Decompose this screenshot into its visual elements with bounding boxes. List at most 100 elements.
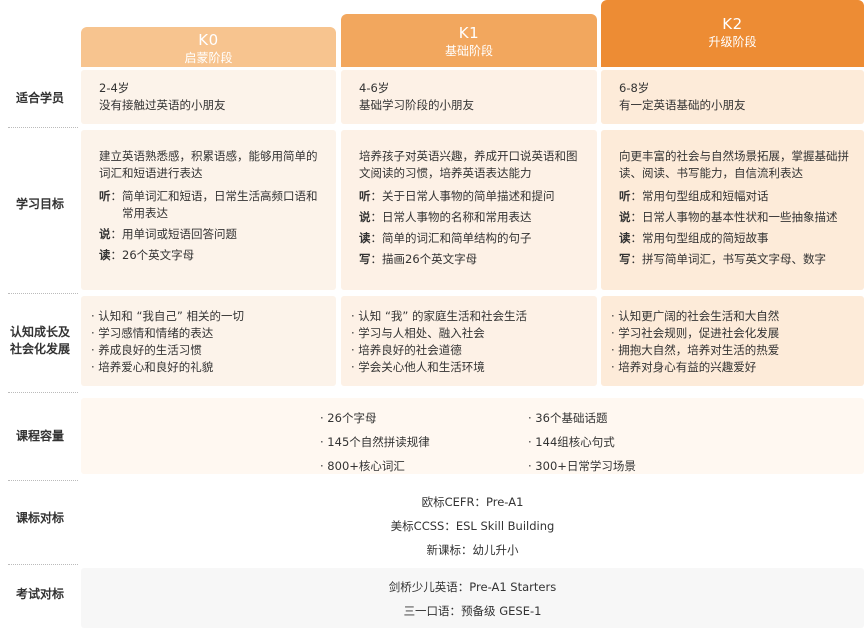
goals-cell-k1: 培养孩子对英语兴趣，养成开口说英语和图文阅读的习惯，培养英语表达能力 听：关于日… [341,130,597,290]
row-label-line: 认知成长及 [9,325,70,339]
exams-line: 剑桥少儿英语：Pre-A1 Starters [81,575,864,599]
capacity-cell: · 26个字母 · 145个自然拼读规律 · 800+核心词汇 · 36个基础话… [81,398,864,474]
level-header-k1: K1 基础阶段 [341,14,597,67]
skill-key: 听 [359,189,371,203]
level-code: K2 [722,15,743,33]
exam-value: 预备级 GESE-1 [461,604,542,618]
level-header-k0: K0 启蒙阶段 [81,27,336,67]
growth-item: · 培养良好的社会道德 [351,343,462,357]
skill-key: 读 [99,248,111,262]
skill-text: 日常人事物的基本性状和一些抽象描述 [642,210,838,224]
growth-cell-k0: · 认知和 “我自己” 相关的一切 · 学习感情和情绪的表达 · 养成良好的生活… [81,296,336,386]
skill-text: 用单词或短语回答问题 [122,227,237,241]
growth-cell-k2: · 认知更广阔的社会生活和大自然 · 学习社会规则，促进社会化发展 · 拥抱大自… [601,296,864,386]
goals-item: 听：关于日常人事物的简单描述和提问 [359,189,555,203]
row-label-exams: 考试对标 [15,587,64,601]
skill-text: 简单词汇和短语，日常生活高频口语和常用表达 [122,189,318,220]
skill-key: 说 [619,210,631,224]
goals-item: 听：常用句型组成和短幅对话 [619,189,769,203]
standard-value: ESL Skill Building [455,519,555,533]
goals-intro: 向更丰富的社会与自然场景拓展，掌握基础拼读、阅读、书写能力，自信流利表达 [619,149,849,180]
row-label-growth: 认知成长及 社会化发展 [0,324,80,358]
capacity-item: · 26个字母 [320,411,377,425]
growth-item: · 培养爱心和良好的礼貌 [91,360,214,374]
learners-cell-k0: 2-4岁 没有接触过英语的小朋友 [81,70,336,124]
row-label-line: 社会化发展 [9,342,70,356]
skill-text: 常用句型组成和短幅对话 [642,189,769,203]
skill-key: 听 [619,189,631,203]
row-label-goals: 学习目标 [15,197,64,211]
level-stage: 升级阶段 [708,35,757,49]
learners-cell-k1: 4-6岁 基础学习阶段的小朋友 [341,70,597,124]
row-divider [8,127,78,128]
exam-key: 剑桥少儿英语： [388,580,470,594]
exam-key: 三一口语： [403,604,462,618]
growth-item: · 培养对身心有益的兴趣爱好 [611,360,757,374]
learners-desc: 基础学习阶段的小朋友 [359,98,474,112]
goals-item: 说：日常人事物的基本性状和一些抽象描述 [619,210,838,224]
growth-item: · 认知和 “我自己” 相关的一切 [91,309,245,323]
skill-key: 写 [359,252,371,266]
growth-cell-k1: · 认知 “我” 的家庭生活和社会生活 · 学习与人相处、融入社会 · 培养良好… [341,296,597,386]
skill-text: 简单的词汇和简单结构的句子 [382,231,532,245]
row-divider [8,293,78,294]
growth-item: · 养成良好的生活习惯 [91,343,202,357]
learners-desc: 有一定英语基础的小朋友 [619,98,746,112]
learners-age: 6-8岁 [619,81,650,95]
row-divider [8,392,78,393]
standards-line: 美标CCSS：ESL Skill Building [81,514,864,538]
skill-key: 说 [359,210,371,224]
level-code: K0 [198,31,219,49]
exams-cell: 剑桥少儿英语：Pre-A1 Starters 三一口语：预备级 GESE-1 [81,568,864,628]
standard-key: 美标CCSS： [390,519,456,533]
growth-item: · 认知 “我” 的家庭生活和社会生活 [351,309,528,323]
standard-value: 幼儿升小 [472,543,519,557]
standard-key: 新课标： [426,543,473,557]
skill-key: 读 [619,231,631,245]
capacity-item: · 144组核心句式 [528,435,615,449]
capacity-item: · 300+日常学习场景 [528,459,636,473]
goals-cell-k2: 向更丰富的社会与自然场景拓展，掌握基础拼读、阅读、书写能力，自信流利表达 听：常… [601,130,864,290]
standards-line: 新课标：幼儿升小 [81,538,864,562]
standard-value: Pre-A1 [486,495,524,509]
skill-text: 拼写简单词汇，书写英文字母、数字 [642,252,826,266]
level-stage: 基础阶段 [444,44,493,58]
skill-key: 听 [99,189,111,203]
learners-cell-k2: 6-8岁 有一定英语基础的小朋友 [601,70,864,124]
goals-intro: 培养孩子对英语兴趣，养成开口说英语和图文阅读的习惯，培养英语表达能力 [359,149,578,180]
standards-line: 欧标CEFR：Pre-A1 [81,490,864,514]
level-code: K1 [458,24,480,42]
capacity-item: · 145个自然拼读规律 [320,435,430,449]
standard-key: 欧标CEFR： [421,495,487,509]
goals-item: 说：用单词或短语回答问题 [99,227,237,241]
row-label-standards: 课标对标 [15,511,64,525]
growth-item: · 认知更广阔的社会生活和大自然 [611,309,780,323]
skill-text: 常用句型组成的简短故事 [642,231,769,245]
capacity-left-list: · 26个字母 · 145个自然拼读规律 · 800+核心词汇 [320,406,430,478]
exam-value: Pre-A1 Starters [469,580,557,594]
row-divider [8,480,78,481]
skill-key: 读 [359,231,371,245]
goals-item: 读： 26个英文字母 [99,248,195,262]
goals-item: 读：简单的词汇和简单结构的句子 [359,231,532,245]
row-divider [8,564,78,565]
level-stage: 启蒙阶段 [184,51,233,65]
growth-item: · 学习感情和情绪的表达 [91,326,214,340]
goals-item: 写：拼写简单词汇，书写英文字母、数字 [619,252,826,266]
skill-key: 写 [619,252,631,266]
goals-item: 听：简单词汇和短语，日常生活高频口语和常用表达 [99,188,322,222]
skill-text: 26个英文字母 [122,248,195,262]
standards-cell: 欧标CEFR：Pre-A1 美标CCSS：ESL Skill Building … [81,484,864,560]
growth-item: · 学习与人相处、融入社会 [351,326,485,340]
level-header-k2: K2 升级阶段 [601,0,864,67]
goals-cell-k0: 建立英语熟悉感，积累语感，能够用简单的词汇和短语进行表达 听：简单词汇和短语，日… [81,130,336,290]
capacity-item: · 36个基础话题 [528,411,608,425]
skill-text: 日常人事物的名称和常用表达 [382,210,532,224]
learners-age: 2-4岁 [99,81,130,95]
learners-age: 4-6岁 [359,81,390,95]
capacity-item: · 800+核心词汇 [320,459,405,473]
goals-item: 说：日常人事物的名称和常用表达 [359,210,532,224]
row-label-learners: 适合学员 [15,91,64,105]
skill-text: 关于日常人事物的简单描述和提问 [382,189,555,203]
skill-text: 描画26个英文字母 [382,252,478,266]
